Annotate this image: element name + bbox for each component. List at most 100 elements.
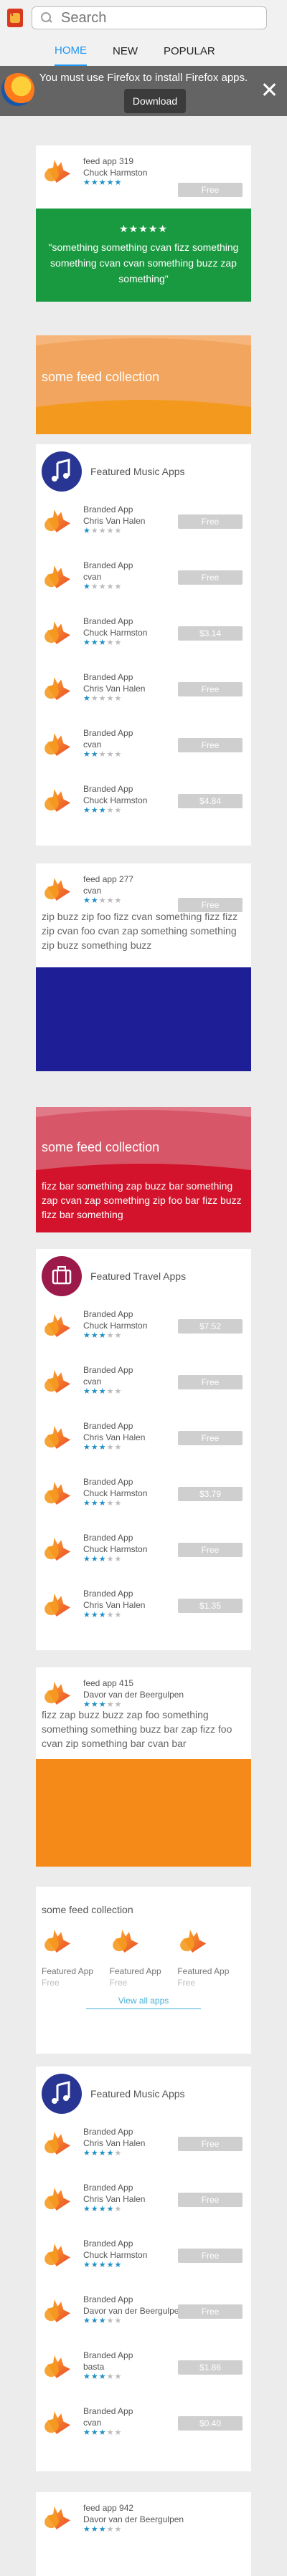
price-button[interactable]: Free bbox=[178, 570, 243, 585]
view-all-underline bbox=[86, 2008, 201, 2009]
price-button[interactable]: $3.14 bbox=[178, 626, 243, 641]
app-icon bbox=[42, 1925, 77, 1957]
app-list-item[interactable]: Branded App Chuck Harmston ★★★★★ Free bbox=[36, 2227, 251, 2283]
price-button[interactable]: Free bbox=[178, 2137, 243, 2151]
app-name: Branded App bbox=[83, 2406, 133, 2416]
featured-app-tile[interactable]: Featured App Free bbox=[177, 1925, 240, 1988]
app-list-item[interactable]: Branded App cvan ★★★★★ Free bbox=[36, 717, 251, 772]
rating-stars: ★★★★★ bbox=[83, 896, 123, 905]
price-button[interactable]: Free bbox=[178, 1543, 243, 1557]
featured-app-tile[interactable]: Featured App Free bbox=[42, 1925, 104, 1988]
app-author: Davor van der Beergulpen bbox=[83, 1690, 184, 1700]
marketplace-logo-icon[interactable] bbox=[7, 9, 23, 27]
collection-title: some feed collection bbox=[42, 370, 160, 384]
app-list-item[interactable]: Branded App Chuck Harmston ★★★★★ $7.52 bbox=[36, 1298, 251, 1354]
featured-music-card[interactable]: Featured Music Apps Branded App Chris Van… bbox=[36, 2067, 251, 2471]
price-button[interactable]: Free bbox=[178, 514, 243, 529]
app-description: fizz zap buzz buzz zap foo something som… bbox=[42, 1709, 232, 1749]
app-list-item[interactable]: Branded App Chris Van Halen ★★★★★ Free bbox=[36, 1409, 251, 1465]
app-list-item[interactable]: Branded App Chuck Harmston ★★★★★ $4.84 bbox=[36, 772, 251, 828]
price-button[interactable]: Free bbox=[178, 682, 243, 696]
app-author: Chuck Harmston bbox=[83, 628, 148, 638]
app-list-item[interactable]: Branded App Chris Van Halen ★★★★★ Free bbox=[36, 493, 251, 549]
search-icon[interactable] bbox=[41, 12, 52, 24]
app-list-item[interactable]: Branded App cvan ★★★★★ Free bbox=[36, 549, 251, 605]
collection-banner[interactable]: some feed collection bbox=[36, 335, 251, 434]
quote-stars: ★★★★★ bbox=[119, 223, 168, 234]
price-button[interactable]: Free bbox=[178, 738, 243, 752]
app-list-item[interactable]: Branded App Chris Van Halen ★★★★★ Free bbox=[36, 661, 251, 717]
app-list-item[interactable]: Branded App Davor van der Beergulpen ★★★★★… bbox=[36, 2283, 251, 2339]
app-list-item[interactable]: Branded App Chuck Harmston ★★★★★ Free bbox=[36, 1521, 251, 1577]
app-name: Branded App bbox=[83, 672, 133, 682]
app-name: Branded App bbox=[83, 1477, 133, 1487]
rating-stars: ★★★★★ bbox=[83, 2428, 123, 2437]
app-author: Chris Van Halen bbox=[83, 2194, 146, 2204]
featured-app-tile[interactable]: Featured App Free bbox=[110, 1925, 172, 1988]
app-name: Branded App bbox=[83, 616, 133, 626]
price-button[interactable]: Free bbox=[178, 2304, 243, 2319]
app-icon bbox=[42, 2127, 77, 2159]
app-author: Chuck Harmston bbox=[83, 2250, 148, 2260]
app-price: Free bbox=[109, 1978, 128, 1988]
music-note-icon bbox=[42, 451, 82, 492]
app-name: Branded App bbox=[83, 2183, 133, 2193]
app-author: Chuck Harmston bbox=[83, 168, 148, 178]
app-name: Branded App bbox=[83, 2127, 133, 2137]
rating-stars: ★★★★★ bbox=[83, 1611, 123, 1619]
tab-popular[interactable]: POPULAR bbox=[164, 36, 215, 66]
app-icon bbox=[42, 785, 77, 816]
price-button[interactable]: $7.52 bbox=[178, 1319, 243, 1334]
featured-music-card[interactable]: Featured Music Apps Branded App Chris Van… bbox=[36, 444, 251, 846]
download-button[interactable]: Download bbox=[124, 89, 186, 113]
app-author: cvan bbox=[83, 886, 102, 896]
app-author: Chris Van Halen bbox=[83, 1600, 146, 1610]
price-button[interactable]: $4.84 bbox=[178, 794, 243, 808]
app-author: cvan bbox=[83, 739, 102, 750]
price-button[interactable]: Free bbox=[178, 2193, 243, 2207]
price-button[interactable]: $3.79 bbox=[178, 1487, 243, 1501]
feed-app-card[interactable]: feed app 277 cvan ★★★★★ Free zip buzz zi… bbox=[36, 863, 251, 1071]
banner-message: You must use Firefox to install Firefox … bbox=[39, 72, 248, 84]
app-name: Branded App bbox=[83, 1421, 133, 1431]
rating-stars: ★★★★★ bbox=[83, 806, 123, 815]
app-list-item[interactable]: Branded App cvan ★★★★★ Free bbox=[36, 1354, 251, 1409]
price-button[interactable]: Free bbox=[178, 1431, 243, 1445]
price-button[interactable]: Free bbox=[178, 1375, 243, 1389]
view-all-link[interactable]: View all apps bbox=[36, 1996, 251, 2006]
feed-app-card[interactable]: feed app 942 Davor van der Beergulpen ★★… bbox=[36, 2492, 251, 2576]
app-list-item[interactable]: Branded App Chris Van Halen ★★★★★ Free bbox=[36, 2171, 251, 2227]
close-icon[interactable] bbox=[263, 83, 276, 96]
feature-image bbox=[36, 1759, 251, 1867]
tab-home[interactable]: HOME bbox=[55, 36, 87, 66]
app-list-item[interactable]: Branded App Chris Van Halen ★★★★★ $1.35 bbox=[36, 1577, 251, 1633]
app-list-item[interactable]: Branded App Chuck Harmston ★★★★★ $3.14 bbox=[36, 605, 251, 661]
price-button[interactable]: $0.40 bbox=[178, 2416, 243, 2431]
app-list-item[interactable]: Branded App cvan ★★★★★ $0.40 bbox=[36, 2395, 251, 2451]
collection-banner[interactable]: some feed collection fizz bar something … bbox=[36, 1107, 251, 1232]
price-button[interactable]: Free bbox=[178, 183, 243, 197]
rating-stars: ★★★★★ bbox=[83, 1555, 123, 1564]
app-name: Featured App bbox=[177, 1966, 230, 1976]
feed-app-card[interactable]: feed app 319 Chuck Harmston ★★★★★ Free ★… bbox=[36, 145, 251, 302]
rating-stars: ★★★★★ bbox=[83, 2149, 123, 2158]
app-author: Chuck Harmston bbox=[83, 1544, 148, 1554]
price-button[interactable]: Free bbox=[178, 898, 243, 912]
rating-stars: ★★★★★ bbox=[83, 527, 123, 535]
top-bar bbox=[0, 0, 287, 36]
search-input[interactable] bbox=[60, 9, 253, 27]
app-name: Featured App bbox=[42, 1966, 94, 1976]
app-list-item[interactable]: Branded App Chris Van Halen ★★★★★ Free bbox=[36, 2115, 251, 2171]
price-button[interactable]: $1.86 bbox=[178, 2360, 243, 2375]
feed-app-card[interactable]: feed app 415 Davor van der Beergulpen ★★… bbox=[36, 1667, 251, 1867]
app-author: Davor van der Beergulpen bbox=[83, 2306, 184, 2316]
app-list-item[interactable]: Branded App Chuck Harmston ★★★★★ $3.79 bbox=[36, 1465, 251, 1521]
app-name: Branded App bbox=[83, 1309, 133, 1319]
collection-card[interactable]: some feed collection Featured App Free F… bbox=[36, 1887, 251, 2054]
featured-travel-card[interactable]: Featured Travel Apps Branded App Chuck Ha… bbox=[36, 1249, 251, 1650]
price-button[interactable]: $1.35 bbox=[178, 1599, 243, 1613]
search-box[interactable] bbox=[32, 6, 267, 29]
tab-new[interactable]: NEW bbox=[113, 36, 138, 66]
app-list-item[interactable]: Branded App basta ★★★★★ $1.86 bbox=[36, 2339, 251, 2395]
price-button[interactable]: Free bbox=[178, 2249, 243, 2263]
